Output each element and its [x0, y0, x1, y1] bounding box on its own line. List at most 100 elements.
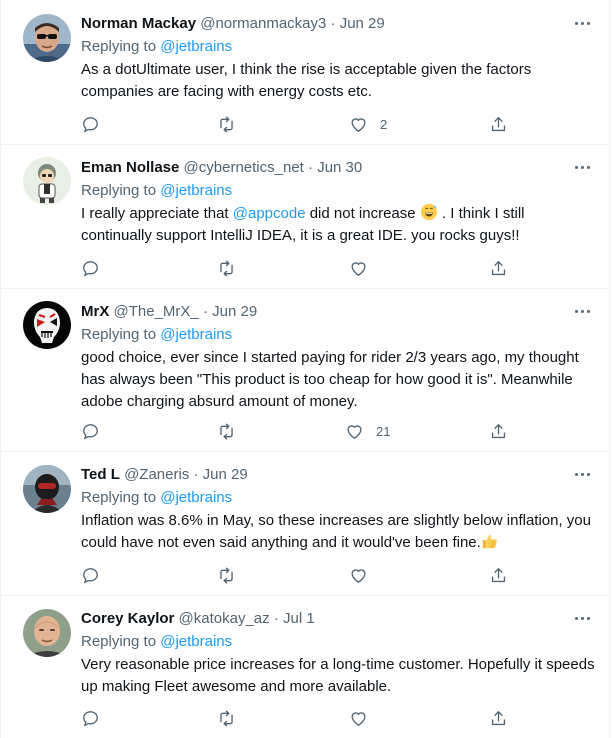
- like-count: 2: [380, 116, 388, 132]
- tweet-actions: 21: [81, 419, 511, 443]
- reply-icon: [83, 567, 98, 583]
- retweet-button[interactable]: [217, 256, 236, 280]
- mention-link[interactable]: @jetbrains: [160, 182, 232, 199]
- avatar[interactable]: [23, 301, 71, 349]
- more-options-button[interactable]: [569, 12, 595, 34]
- retweet-button[interactable]: [217, 419, 236, 443]
- tweet-date[interactable]: Jun 29: [212, 303, 257, 320]
- separator-dot: ·: [330, 15, 336, 32]
- retweet-icon: [220, 710, 233, 726]
- share-button[interactable]: [489, 112, 508, 136]
- tweet[interactable]: Ted L @Zaneris · Jun 29 Replying to @jet…: [1, 452, 611, 596]
- avatar-sunglasses-man-icon: [23, 14, 71, 62]
- share-button[interactable]: [489, 706, 508, 730]
- avatar[interactable]: [23, 14, 71, 62]
- display-name[interactable]: Norman Mackay: [81, 15, 196, 32]
- heart-icon: [351, 117, 366, 132]
- share-button[interactable]: [489, 256, 508, 280]
- tweet[interactable]: Eman Nollase @cybernetics_net · Jun 30 R…: [1, 145, 611, 289]
- more-options-button[interactable]: [569, 607, 595, 629]
- mention-link[interactable]: @jetbrains: [160, 38, 232, 55]
- reply-button[interactable]: [81, 706, 100, 730]
- reply-button[interactable]: [81, 256, 100, 280]
- heart-icon: [351, 261, 366, 276]
- reply-icon: [83, 710, 98, 726]
- more-options-button[interactable]: [569, 300, 595, 322]
- like-button[interactable]: 21: [345, 419, 390, 443]
- tweet-header: Eman Nollase @cybernetics_net · Jun 30: [81, 158, 362, 178]
- display-name[interactable]: Ted L: [81, 466, 120, 483]
- tweet-date[interactable]: Jul 1: [283, 610, 315, 627]
- avatar[interactable]: [23, 609, 71, 657]
- share-icon: [491, 260, 506, 275]
- heart-icon: [351, 568, 366, 583]
- more-options-button[interactable]: [569, 156, 595, 178]
- retweet-icon: [220, 260, 233, 276]
- display-name[interactable]: Eman Nollase: [81, 159, 179, 176]
- reply-icon: [83, 423, 98, 439]
- retweet-icon: [220, 116, 233, 132]
- replying-to: Replying to @jetbrains: [81, 325, 232, 345]
- tweet[interactable]: Norman Mackay @normanmackay3 · Jun 29 Re…: [1, 0, 611, 145]
- share-icon: [491, 710, 506, 725]
- tweet-header: Corey Kaylor @katokay_az · Jul 1: [81, 609, 315, 629]
- tweet-date[interactable]: Jun 29: [203, 466, 248, 483]
- replying-label: Replying to: [81, 326, 161, 343]
- tweet-text-part: As a dotUltimate user, I think the rise …: [81, 61, 532, 100]
- mention-link[interactable]: @jetbrains: [160, 326, 232, 343]
- display-name[interactable]: Corey Kaylor: [81, 610, 174, 627]
- reply-feed: Norman Mackay @normanmackay3 · Jun 29 Re…: [0, 0, 611, 738]
- user-handle[interactable]: @katokay_az: [179, 610, 270, 627]
- avatar-bald-man-icon: [23, 609, 71, 657]
- replying-to: Replying to @jetbrains: [81, 632, 232, 652]
- mention-link[interactable]: @jetbrains: [160, 489, 232, 506]
- reply-button[interactable]: [81, 112, 100, 136]
- tweet-text-part: did not increase: [305, 205, 420, 222]
- tweet-header: MrX @The_MrX_ · Jun 29: [81, 302, 257, 322]
- avatar-cartoon-character-icon: [23, 157, 71, 205]
- replying-to: Replying to @jetbrains: [81, 181, 232, 201]
- retweet-icon: [220, 567, 233, 583]
- tweet-header: Ted L @Zaneris · Jun 29: [81, 465, 248, 485]
- reply-button[interactable]: [81, 419, 100, 443]
- share-icon: [491, 423, 506, 438]
- separator-dot: ·: [202, 303, 208, 320]
- like-count: 21: [376, 423, 391, 439]
- tweet-date[interactable]: Jun 29: [340, 15, 385, 32]
- share-icon: [491, 116, 506, 131]
- share-button[interactable]: [489, 419, 508, 443]
- retweet-button[interactable]: [217, 563, 236, 587]
- separator-dot: ·: [308, 159, 314, 176]
- mention-link[interactable]: @jetbrains: [160, 633, 232, 650]
- display-name[interactable]: MrX: [81, 303, 109, 320]
- retweet-button[interactable]: [217, 706, 236, 730]
- heart-icon: [351, 711, 366, 726]
- tweet-text-part: Very reasonable price increases for a lo…: [81, 656, 595, 695]
- tweet-text: Inflation was 8.6% in May, so these incr…: [81, 510, 596, 554]
- user-handle[interactable]: @cybernetics_net: [184, 159, 304, 176]
- like-button[interactable]: 2: [349, 112, 387, 136]
- tweet[interactable]: MrX @The_MrX_ · Jun 29 Replying to @jetb…: [1, 289, 611, 452]
- tweet-header: Norman Mackay @normanmackay3 · Jun 29: [81, 14, 385, 34]
- user-handle[interactable]: @The_MrX_: [114, 303, 199, 320]
- avatar[interactable]: [23, 157, 71, 205]
- avatar[interactable]: [23, 465, 71, 513]
- mention-link[interactable]: @appcode: [233, 205, 306, 222]
- more-options-button[interactable]: [569, 463, 595, 485]
- avatar-helmet-rider-icon: [23, 465, 71, 513]
- user-handle[interactable]: @normanmackay3: [200, 15, 326, 32]
- replying-label: Replying to: [81, 38, 161, 55]
- reply-button[interactable]: [81, 563, 100, 587]
- tweet-actions: [81, 256, 511, 280]
- user-handle[interactable]: @Zaneris: [124, 466, 189, 483]
- retweet-button[interactable]: [217, 112, 236, 136]
- tweet[interactable]: Corey Kaylor @katokay_az · Jul 1 Replyin…: [1, 596, 611, 738]
- tweet-text-part: good choice, ever since I started paying…: [81, 349, 579, 410]
- tweet-actions: [81, 706, 511, 730]
- share-button[interactable]: [489, 563, 508, 587]
- tweet-date[interactable]: Jun 30: [317, 159, 362, 176]
- like-button[interactable]: [349, 706, 380, 730]
- replying-label: Replying to: [81, 489, 161, 506]
- like-button[interactable]: [349, 256, 380, 280]
- like-button[interactable]: [349, 563, 380, 587]
